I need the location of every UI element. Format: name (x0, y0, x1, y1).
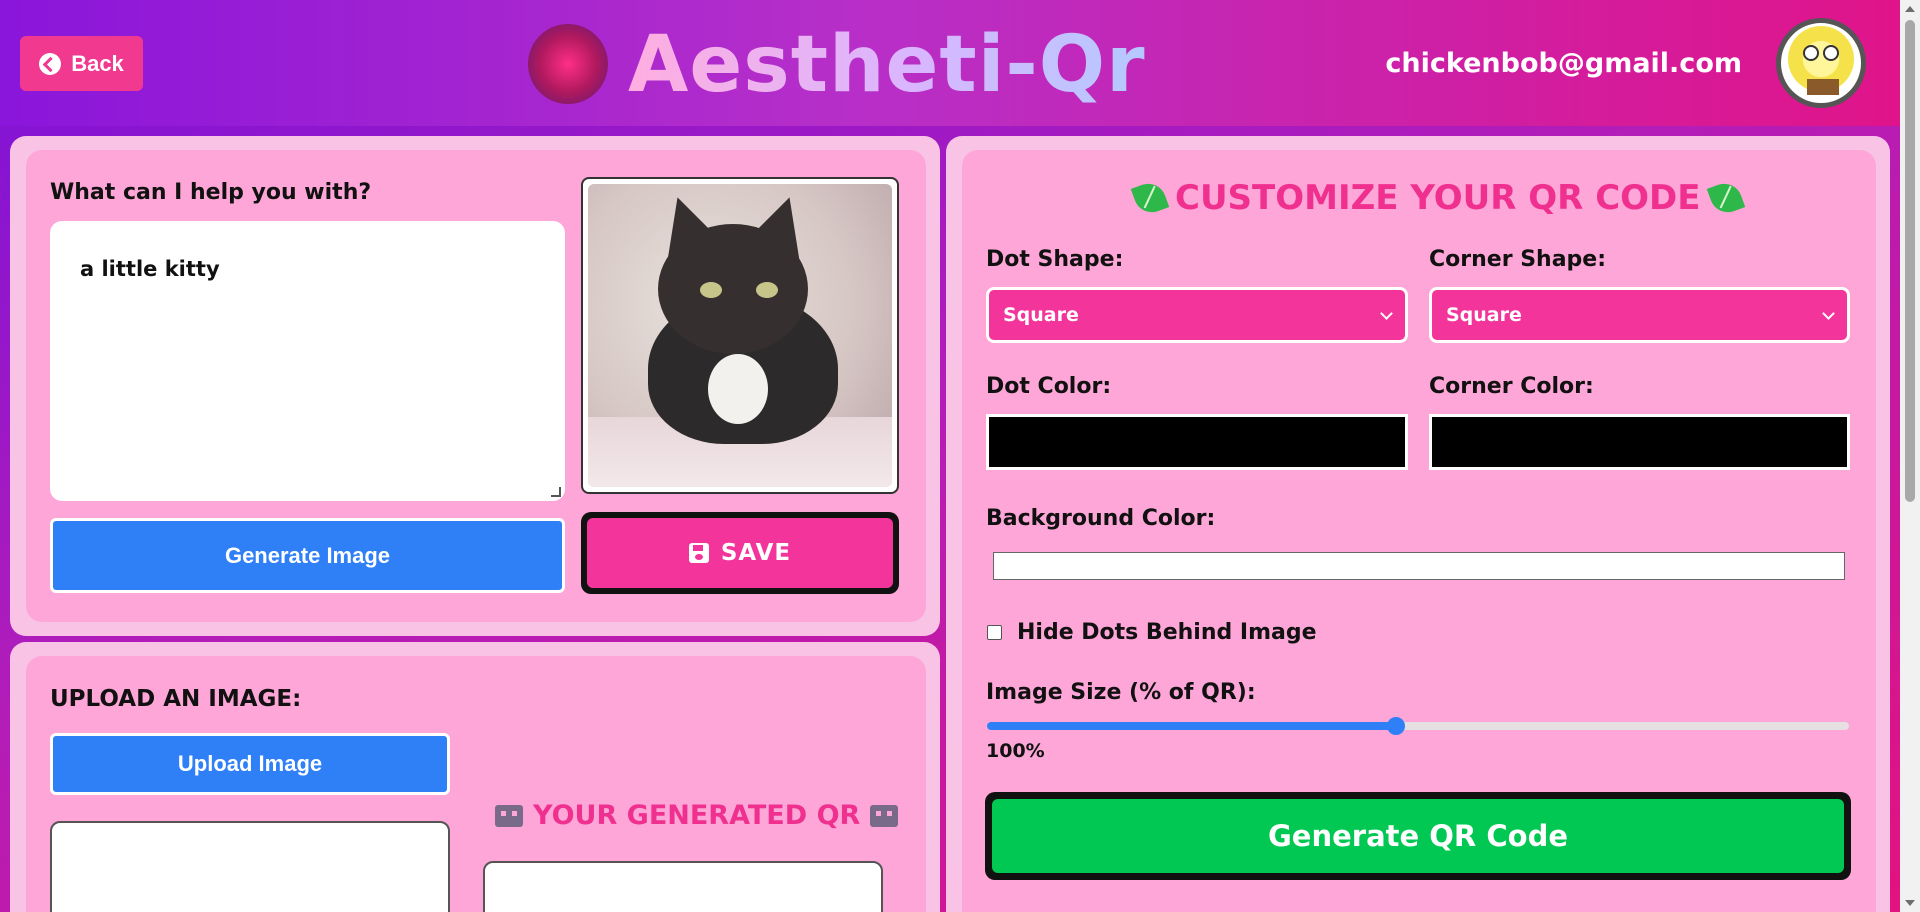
corner-color-label: Corner Color: (1429, 374, 1594, 399)
scroll-down-icon[interactable] (1905, 900, 1915, 906)
prompt-value: a little kitty (80, 257, 220, 281)
generate-image-button[interactable]: Generate Image (50, 518, 565, 593)
dot-color-picker[interactable] (986, 414, 1408, 470)
scroll-up-icon[interactable] (1905, 6, 1915, 12)
app-header: Back Aestheti-Qr chickenbob@gmail.com (0, 0, 1900, 126)
generated-qr-preview (483, 861, 883, 912)
leaf-icon (1706, 178, 1745, 218)
hide-dots-label[interactable]: Hide Dots Behind Image (1017, 620, 1317, 645)
chevron-down-icon (1822, 306, 1835, 320)
dot-shape-label: Dot Shape: (986, 247, 1124, 272)
prompt-textarea[interactable]: a little kitty (50, 221, 565, 501)
scrollbar-thumb[interactable] (1905, 20, 1915, 502)
app-title: Aestheti-Qr (628, 20, 1146, 110)
generate-qr-button[interactable]: Generate QR Code (985, 792, 1851, 880)
slider-fill (987, 722, 1397, 730)
corner-color-picker[interactable] (1429, 414, 1850, 470)
generated-qr-heading: YOUR GENERATED QR (495, 800, 899, 831)
background-color-picker[interactable] (993, 552, 1845, 580)
corner-shape-label: Corner Shape: (1429, 247, 1607, 272)
save-button[interactable]: SAVE (581, 512, 899, 594)
space-invader-icon (870, 804, 899, 827)
background-color-label: Background Color: (986, 506, 1216, 531)
avatar[interactable] (1776, 18, 1866, 108)
generated-image-frame (581, 177, 899, 494)
leaf-icon (1130, 178, 1170, 218)
image-size-slider[interactable] (987, 717, 1849, 735)
page-scrollbar[interactable] (1900, 0, 1920, 912)
arrow-left-circle-icon (39, 52, 62, 75)
logo-orb (528, 24, 608, 104)
back-button[interactable]: Back (20, 36, 143, 91)
hide-dots-checkbox[interactable] (987, 625, 1002, 640)
upload-image-button[interactable]: Upload Image (50, 733, 450, 795)
user-email: chickenbob@gmail.com (1385, 48, 1742, 79)
dot-shape-select[interactable]: Square (986, 287, 1408, 343)
chevron-down-icon (1380, 306, 1393, 320)
prompt-question: What can I help you with? (50, 180, 372, 205)
customize-title: CUSTOMIZE YOUR QR CODE (1130, 178, 1745, 218)
resize-grip-icon[interactable] (551, 487, 561, 497)
image-size-value: 100% (986, 740, 1045, 762)
save-label: SAVE (720, 540, 792, 566)
kitten-image (588, 184, 892, 487)
image-size-label: Image Size (% of QR): (986, 680, 1256, 705)
space-invader-icon (495, 804, 523, 827)
back-label: Back (71, 50, 124, 76)
dot-color-label: Dot Color: (986, 374, 1112, 399)
floppy-disk-icon (688, 543, 709, 563)
uploaded-image-preview (50, 821, 450, 912)
upload-heading: UPLOAD AN IMAGE: (50, 686, 302, 712)
corner-shape-select[interactable]: Square (1429, 287, 1850, 343)
